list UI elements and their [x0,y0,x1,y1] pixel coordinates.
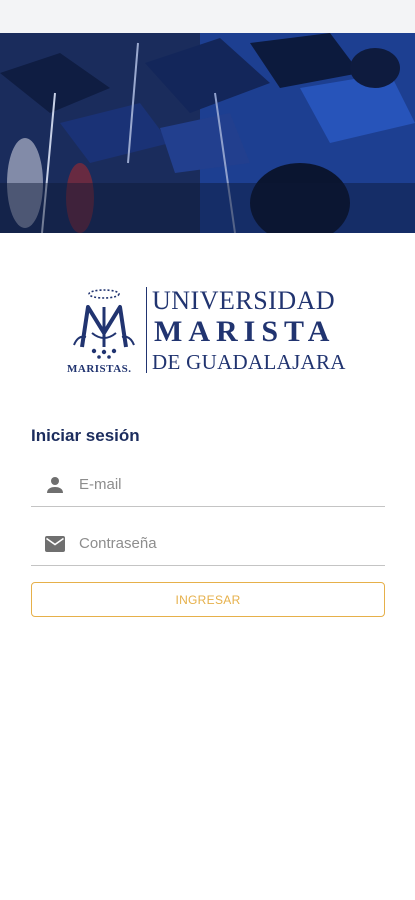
hero-graduation-image [0,33,415,233]
emblem-caption: MARISTAS. [67,363,132,375]
logo-universidad: UNIVERSIDAD [152,286,336,315]
university-logo: MARISTAS. UNIVERSIDAD MARISTA DE GUADALA… [64,285,354,380]
login-title: Iniciar sesión [31,426,140,445]
status-bar [0,0,415,33]
logo-marista: MARISTA [154,315,336,348]
logo-de-guadalajara: DE GUADALAJARA [152,350,346,374]
password-field [31,520,385,566]
graduation-caps-illustration [0,33,415,233]
email-field [31,461,385,507]
logo-divider [146,287,147,373]
mail-icon [43,532,67,556]
password-input[interactable] [79,528,379,558]
email-input[interactable] [79,469,379,499]
ingresar-button[interactable]: INGRESAR [31,582,385,617]
person-icon [43,473,67,497]
